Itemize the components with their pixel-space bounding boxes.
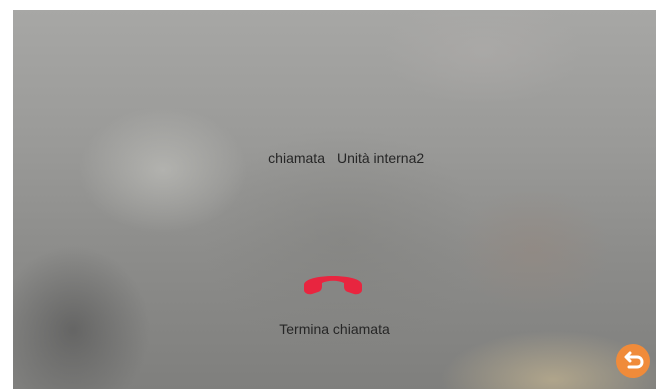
call-info: chiamata Unità interna2 <box>13 134 656 182</box>
call-status-text: chiamata <box>268 150 325 166</box>
end-call-label: Termina chiamata <box>279 321 390 337</box>
call-screen: chiamata Unità interna2 Termina chiamata <box>13 10 656 389</box>
end-call-button[interactable] <box>298 263 368 303</box>
hangup-phone-icon <box>304 276 362 295</box>
callee-name: Unità interna2 <box>336 150 425 166</box>
intercom-frame: chiamata Unità interna2 Termina chiamata <box>0 0 656 389</box>
back-button[interactable] <box>616 344 650 378</box>
back-arrow-icon <box>624 351 644 369</box>
